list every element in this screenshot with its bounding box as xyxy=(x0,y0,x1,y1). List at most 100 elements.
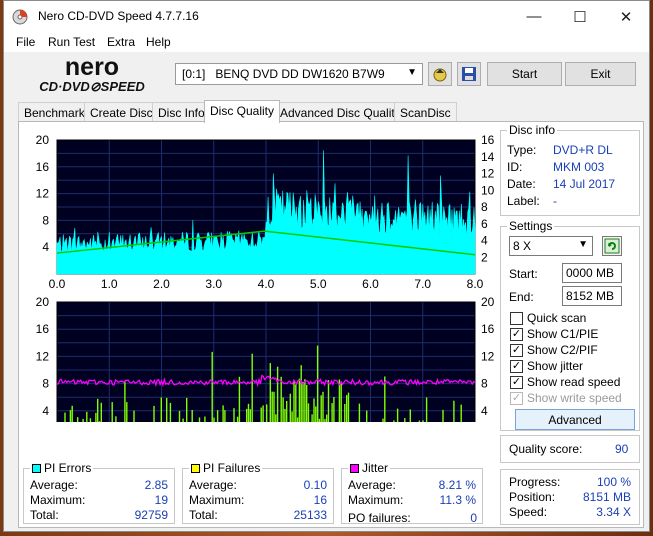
pi-failures-bar xyxy=(126,402,128,422)
pi-failures-bar xyxy=(327,380,330,422)
pi-failures-bar xyxy=(338,379,341,422)
tab-advanced-disc-quality[interactable]: Advanced Disc Quality xyxy=(274,102,407,122)
charts: 0.0 1.0 2.0 3.0 4.0 5.0 6.0 7.0 8.0 20 16 12 8 4 16 14 1… xyxy=(36,133,495,422)
refresh-speed-button[interactable] xyxy=(602,236,622,256)
menu-extra[interactable]: Extra xyxy=(107,35,135,49)
application-window: Nero CD-DVD Speed 4.7.7.16 — ☐ ✕ File Ru… xyxy=(3,0,650,532)
pi-failures-bar xyxy=(111,402,113,422)
pi-failures-title: PI Failures xyxy=(189,461,263,475)
pi-failures-bar xyxy=(284,408,286,422)
progress-group: Progress: 100 % Position: 8151 MB Speed:… xyxy=(500,469,640,525)
disc-date-value: 14 Jul 2017 xyxy=(553,177,616,191)
pi-failures-maximum-value: 16 xyxy=(313,493,327,507)
pi-failures-bar xyxy=(133,410,135,422)
x-tick-label-1: 6.0 xyxy=(362,277,379,291)
eject-button[interactable] xyxy=(428,62,452,86)
show-c1-checkbox[interactable]: ✓ xyxy=(510,328,523,341)
pi-failures-bar xyxy=(166,397,168,422)
pi-failures-bar xyxy=(318,418,321,422)
jitter-average-value: 8.21 % xyxy=(438,478,476,492)
pi-failures-bar xyxy=(366,410,368,422)
pi-failures-bar xyxy=(331,403,333,422)
x-tick-label-1: 0.0 xyxy=(49,277,66,291)
tab-disc-quality[interactable]: Disc Quality xyxy=(204,100,281,123)
show-c1-label: Show C1/PIE xyxy=(527,327,599,341)
jitter-average-label: Average: xyxy=(348,478,396,492)
tab-create-disc[interactable]: Create Disc xyxy=(84,102,159,122)
pi-failures-bar xyxy=(266,404,268,422)
pi-failures-bar xyxy=(302,381,304,422)
pi-failures-bar xyxy=(262,405,264,422)
progress-value: 100 % xyxy=(596,475,631,489)
y-right-tick-label-1: 10 xyxy=(481,183,495,197)
pi-failures-bar xyxy=(260,407,262,422)
pi-failures-bar xyxy=(276,366,279,422)
logo-text-sub: CD·DVD⊘SPEED xyxy=(39,79,145,94)
pi-failures-bar xyxy=(153,405,155,422)
y-left-tick-label-1: 16 xyxy=(36,160,50,174)
tab-disc-info[interactable]: Disc Info xyxy=(152,102,211,122)
chevron-down-icon: ▼ xyxy=(407,67,417,78)
pi-failures-bar xyxy=(442,409,444,422)
pi-failures-bar xyxy=(322,391,324,422)
pi-failures-swatch xyxy=(191,464,200,473)
pi-failures-bar xyxy=(169,402,172,422)
show-jitter-label: Show jitter xyxy=(527,359,584,373)
show-read-speed-checkbox[interactable]: ✓ xyxy=(510,376,523,389)
pi-failures-bar xyxy=(409,409,411,422)
disc-type-value: DVD+R DL xyxy=(553,143,613,157)
menu-file[interactable]: File xyxy=(16,35,35,49)
tab-scandisc[interactable]: ScanDisc xyxy=(394,102,457,122)
speed-select[interactable]: 8 X ▼ xyxy=(509,236,593,256)
y-right-tick-label-2: 4 xyxy=(481,404,488,418)
jitter-maximum-value: 11.3 % xyxy=(439,493,476,507)
quick-scan-checkbox[interactable] xyxy=(510,312,523,325)
tab-benchmark[interactable]: Benchmark xyxy=(18,102,91,122)
start-input[interactable]: 0000 MB xyxy=(562,263,622,283)
pi-failures-bar xyxy=(320,395,322,422)
y-left-tick-label-1: 12 xyxy=(36,187,50,201)
quality-score-label: Quality score: xyxy=(509,442,583,456)
save-button[interactable] xyxy=(457,62,481,86)
menu-bar: File Run Test Extra Help xyxy=(4,32,649,52)
y-left-tick-label-1: 4 xyxy=(42,240,49,254)
pi-failures-bar xyxy=(191,410,193,422)
disc-info-group: Disc info Type: DVD+R DL ID: MKM 003 Dat… xyxy=(500,123,640,216)
end-input[interactable]: 8152 MB xyxy=(562,286,622,306)
y-right-tick-label-1: 16 xyxy=(481,133,495,147)
menu-help[interactable]: Help xyxy=(146,35,171,49)
pi-failures-average-label: Average: xyxy=(189,478,237,492)
show-c2-checkbox[interactable]: ✓ xyxy=(510,344,523,357)
show-jitter-checkbox[interactable]: ✓ xyxy=(510,360,523,373)
advanced-button[interactable]: Advanced xyxy=(515,409,635,430)
pi-failures-bar xyxy=(393,420,395,422)
pi-errors-total-label: Total: xyxy=(30,508,59,522)
pi-failures-bar xyxy=(422,420,424,422)
drive-select[interactable]: [0:1] BENQ DVD DD DW1620 B7W9 ▼ xyxy=(175,63,423,85)
minimize-icon[interactable]: — xyxy=(511,1,557,32)
x-tick-label-1: 7.0 xyxy=(414,277,431,291)
pi-failures-bar xyxy=(249,409,251,422)
pi-failures-bar xyxy=(178,410,181,422)
maximize-icon[interactable]: ☐ xyxy=(557,1,603,32)
close-icon[interactable]: ✕ xyxy=(603,1,649,32)
pi-failures-bar xyxy=(304,379,306,422)
y-left-tick-label-2: 16 xyxy=(36,322,50,336)
nero-logo: nero CD·DVD⊘SPEED xyxy=(39,55,145,94)
pi-failures-bar xyxy=(198,417,201,422)
start-button[interactable]: Start xyxy=(487,62,562,86)
speed-label: Speed: xyxy=(509,505,548,519)
speed-value: 3.34 X xyxy=(596,505,631,519)
menu-run-test[interactable]: Run Test xyxy=(48,35,95,49)
pi-failures-bar xyxy=(307,403,310,422)
pi-failures-bar xyxy=(273,391,275,422)
pi-failures-bar xyxy=(324,418,326,422)
pi-failures-bar xyxy=(82,418,84,422)
exit-button[interactable]: Exit xyxy=(565,62,636,86)
x-tick-label-1: 8.0 xyxy=(467,277,484,291)
pi-failures-bar xyxy=(100,402,102,422)
pi-failures-bar xyxy=(280,376,282,422)
pi-failures-bar xyxy=(315,406,317,422)
pi-errors-average-value: 2.85 xyxy=(144,478,168,492)
pi-failures-bar xyxy=(69,410,72,422)
